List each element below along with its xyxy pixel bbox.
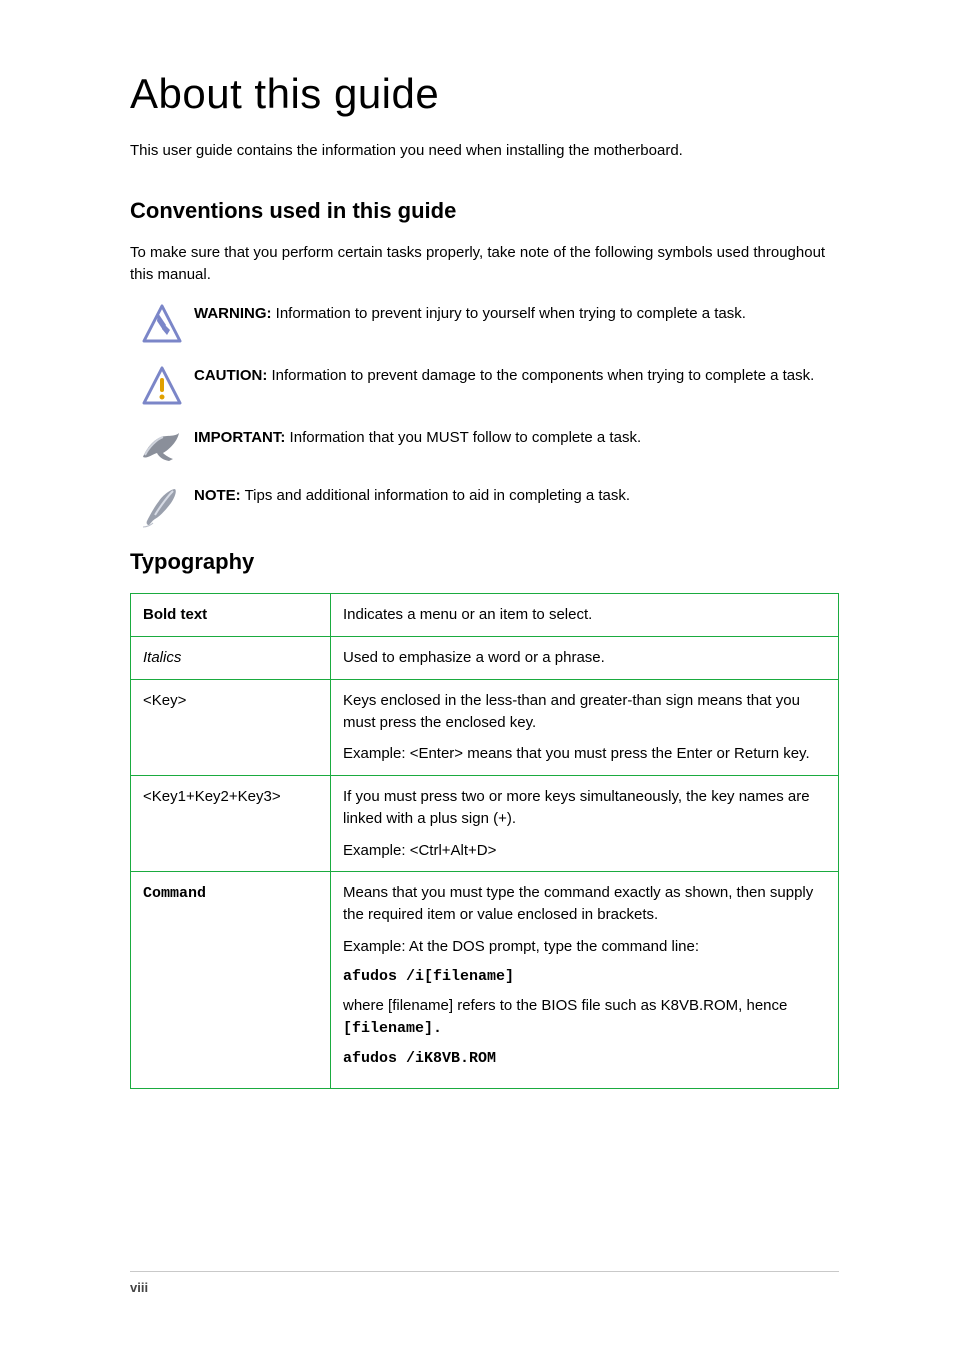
example-command: afudos /iK8VB.ROM [343,1048,826,1070]
conventions-intro: To make sure that you perform certain ta… [130,242,839,286]
filename-bracket: [filename]. [343,1020,442,1037]
caution-icon [130,365,194,409]
convention-label: NOTE: [194,487,241,504]
convention-important: IMPORTANT: Information that you MUST fol… [130,427,839,467]
note-icon [130,485,194,529]
convention-text: Information to prevent injury to yoursel… [272,305,746,322]
type-key: <Key1+Key2+Key3> [131,776,331,872]
example-command: afudos /i[filename] [343,966,826,988]
convention-label: IMPORTANT: [194,429,285,446]
type-desc: Keys enclosed in the less-than and great… [343,692,800,731]
typography-table: Bold text Indicates a menu or an item to… [130,593,839,1088]
table-row: Command Means that you must type the com… [131,872,839,1088]
page-title: About this guide [130,70,839,118]
type-example: Example: <Enter> means that you must pre… [343,743,826,765]
table-row: <Key> Keys enclosed in the less-than and… [131,679,839,775]
type-key: Bold text [143,606,207,623]
convention-label: CAUTION: [194,367,267,384]
type-example: Example: <Ctrl+Alt+D> [343,840,826,862]
convention-label: WARNING: [194,305,272,322]
warning-icon [130,303,194,347]
lead-text: This user guide contains the information… [130,140,839,162]
type-desc: If you must press two or more keys simul… [343,788,810,827]
type-key: <Key> [131,679,331,775]
type-desc: Used to emphasize a word or a phrase. [331,637,839,680]
convention-text: Information that you MUST follow to comp… [285,429,641,446]
type-key: Command [143,885,206,902]
section-heading-typography: Typography [130,549,839,575]
example-intro: where [filename] refers to the BIOS file… [343,997,787,1014]
table-row: <Key1+Key2+Key3> If you must press two o… [131,776,839,872]
example-intro: Example: At the DOS prompt, type the com… [343,936,826,958]
type-desc: Indicates a menu or an item to select. [331,594,839,637]
convention-note: NOTE: Tips and additional information to… [130,485,839,529]
page-footer: viii [0,1271,954,1295]
type-key: Italics [143,649,181,666]
page-number: viii [130,1280,170,1295]
convention-caution: CAUTION: Information to prevent damage t… [130,365,839,409]
convention-text: Information to prevent damage to the com… [267,367,814,384]
important-icon [130,427,194,467]
type-desc: Means that you must type the command exa… [343,884,813,923]
table-row: Bold text Indicates a menu or an item to… [131,594,839,637]
convention-warning: WARNING: Information to prevent injury t… [130,303,839,347]
section-heading-conventions: Conventions used in this guide [130,198,839,224]
table-row: Italics Used to emphasize a word or a ph… [131,637,839,680]
convention-text: Tips and additional information to aid i… [241,487,630,504]
